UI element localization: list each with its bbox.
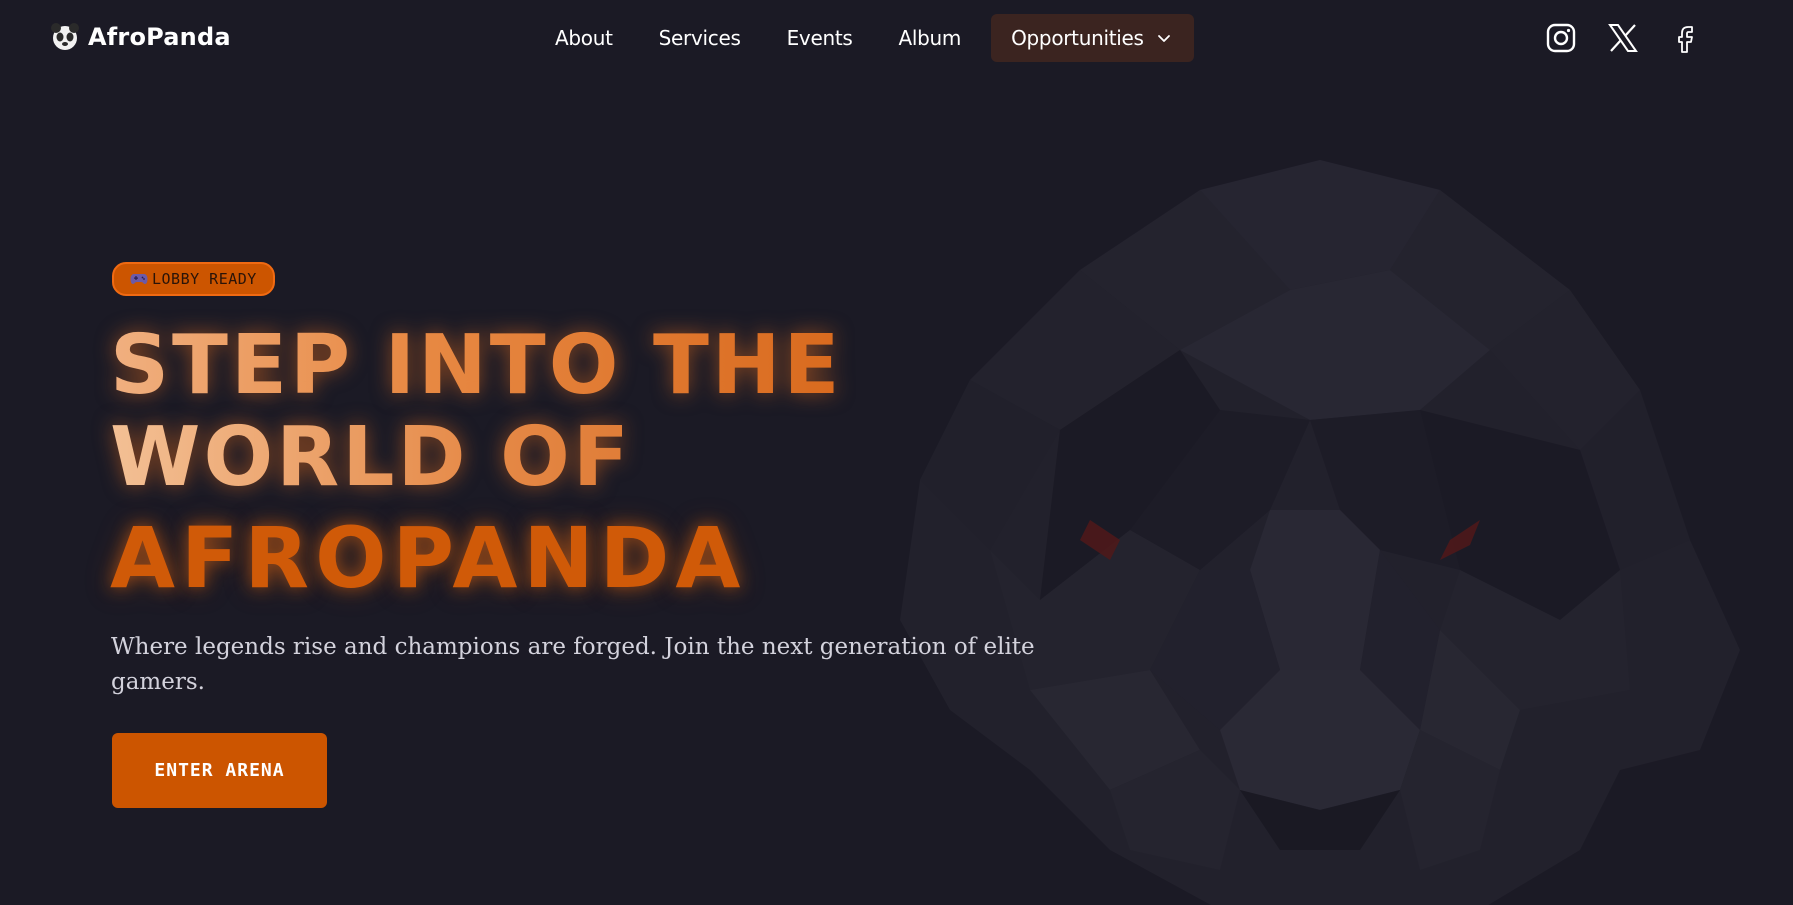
hero-heading-line-3: AFROPANDA xyxy=(110,509,747,607)
brand-logo-link[interactable]: AfroPanda xyxy=(50,22,231,52)
facebook-icon xyxy=(1678,26,1693,53)
hero-heading-line-1: STEP INTO THE xyxy=(110,318,843,413)
hero-heading-line-2: WORLD OF xyxy=(110,412,843,504)
x-icon xyxy=(1608,24,1638,52)
gamepad-icon xyxy=(130,274,148,284)
panda-logo-icon xyxy=(51,23,79,50)
social-links xyxy=(1545,22,1701,54)
lobby-status-badge: LOBBY READY xyxy=(112,262,275,296)
chevron-down-icon xyxy=(1157,35,1170,42)
facebook-link[interactable] xyxy=(1669,22,1701,54)
brand-name: AfroPanda xyxy=(88,23,231,51)
top-navbar: AfroPanda About Services Events Album Op… xyxy=(0,0,1793,78)
panda-background-illustration xyxy=(900,160,1740,905)
hero-subtitle: Where legends rise and champions are for… xyxy=(111,634,1035,695)
instagram-link[interactable] xyxy=(1545,22,1577,54)
enter-arena-button[interactable]: ENTER ARENA xyxy=(112,733,327,808)
opportunities-label: Opportunities xyxy=(1011,26,1144,50)
main-menu: About Services Events Album Opportunitie… xyxy=(535,14,1194,62)
nav-link-services[interactable]: Services xyxy=(639,14,767,62)
hero-heading: STEP INTO THE WORLD OF AFROPANDA xyxy=(110,318,843,607)
instagram-icon xyxy=(1546,23,1576,53)
nav-link-about[interactable]: About xyxy=(535,14,639,62)
opportunities-dropdown[interactable]: Opportunities xyxy=(991,14,1194,62)
badge-label: LOBBY READY xyxy=(152,270,257,288)
nav-link-events[interactable]: Events xyxy=(767,14,879,62)
nav-link-album[interactable]: Album xyxy=(879,14,988,62)
x-link[interactable] xyxy=(1607,22,1639,54)
